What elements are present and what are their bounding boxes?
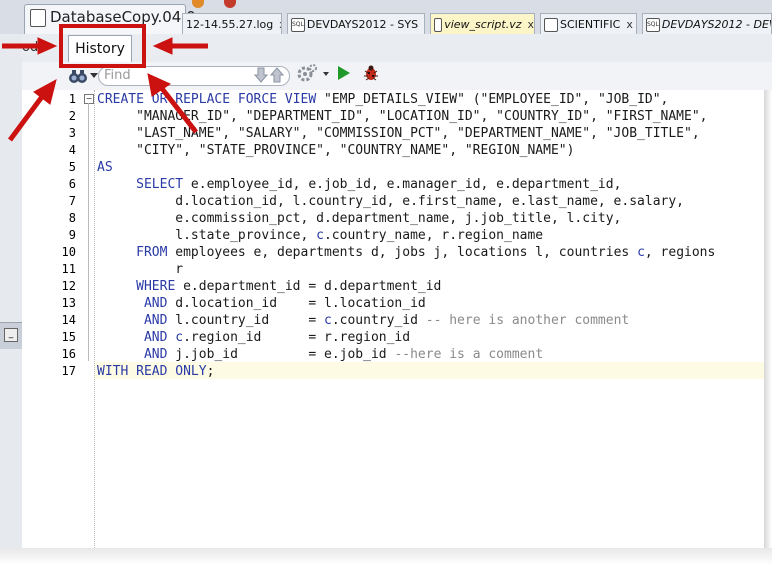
annotation-arrows <box>2 37 208 142</box>
